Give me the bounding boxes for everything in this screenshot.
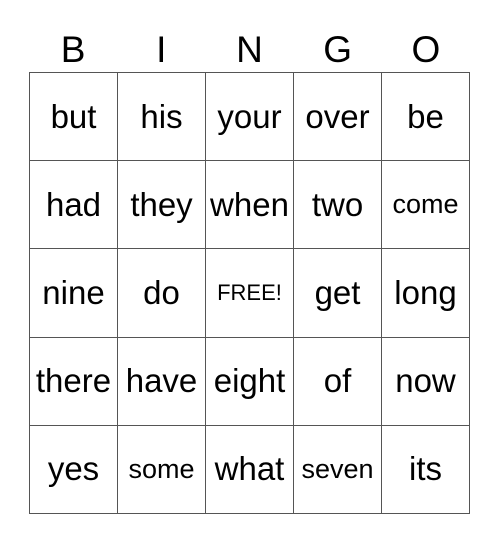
bingo-cell[interactable]: but (29, 71, 118, 162)
bingo-cell[interactable]: now (381, 336, 470, 426)
bingo-cell[interactable]: long (381, 248, 470, 338)
free-space-cell[interactable]: FREE! (205, 248, 294, 338)
bingo-cell[interactable]: eight (205, 336, 294, 426)
header-letter-o: O (411, 29, 441, 70)
bingo-cell[interactable]: some (117, 424, 206, 514)
bingo-cell[interactable]: your (205, 71, 294, 162)
bingo-cell[interactable]: nine (29, 248, 118, 338)
bingo-row: yes some what seven its (29, 424, 470, 514)
bingo-cell[interactable]: be (381, 71, 470, 162)
bingo-cell[interactable]: over (293, 71, 382, 162)
bingo-row: but his your over be (29, 71, 470, 162)
header-letter-i: I (156, 29, 167, 70)
bingo-header: B I N G O (29, 28, 470, 72)
bingo-cell[interactable]: come (381, 160, 470, 250)
bingo-cell[interactable]: what (205, 424, 294, 514)
bingo-cell[interactable]: had (29, 160, 118, 250)
bingo-cell[interactable]: when (205, 160, 294, 250)
bingo-row: had they when two come (29, 160, 470, 250)
bingo-row: there have eight of now (29, 336, 470, 426)
bingo-cell[interactable]: they (117, 160, 206, 250)
bingo-row: nine do FREE! get long (29, 248, 470, 338)
bingo-cell[interactable]: its (381, 424, 470, 514)
header-letter-b: B (60, 29, 86, 70)
header-letter-g: G (323, 29, 353, 70)
bingo-cell[interactable]: there (29, 336, 118, 426)
header-letter-n: N (236, 29, 263, 70)
bingo-cell[interactable]: yes (29, 424, 118, 514)
bingo-cell[interactable]: two (293, 160, 382, 250)
bingo-cell[interactable]: get (293, 248, 382, 338)
bingo-grid: but his your over be had they when two come nine do… (29, 71, 470, 514)
bingo-cell[interactable]: seven (293, 424, 382, 514)
bingo-cell[interactable]: have (117, 336, 206, 426)
bingo-cell[interactable]: his (117, 71, 206, 162)
bingo-cell[interactable]: do (117, 248, 206, 338)
bingo-cell[interactable]: of (293, 336, 382, 426)
